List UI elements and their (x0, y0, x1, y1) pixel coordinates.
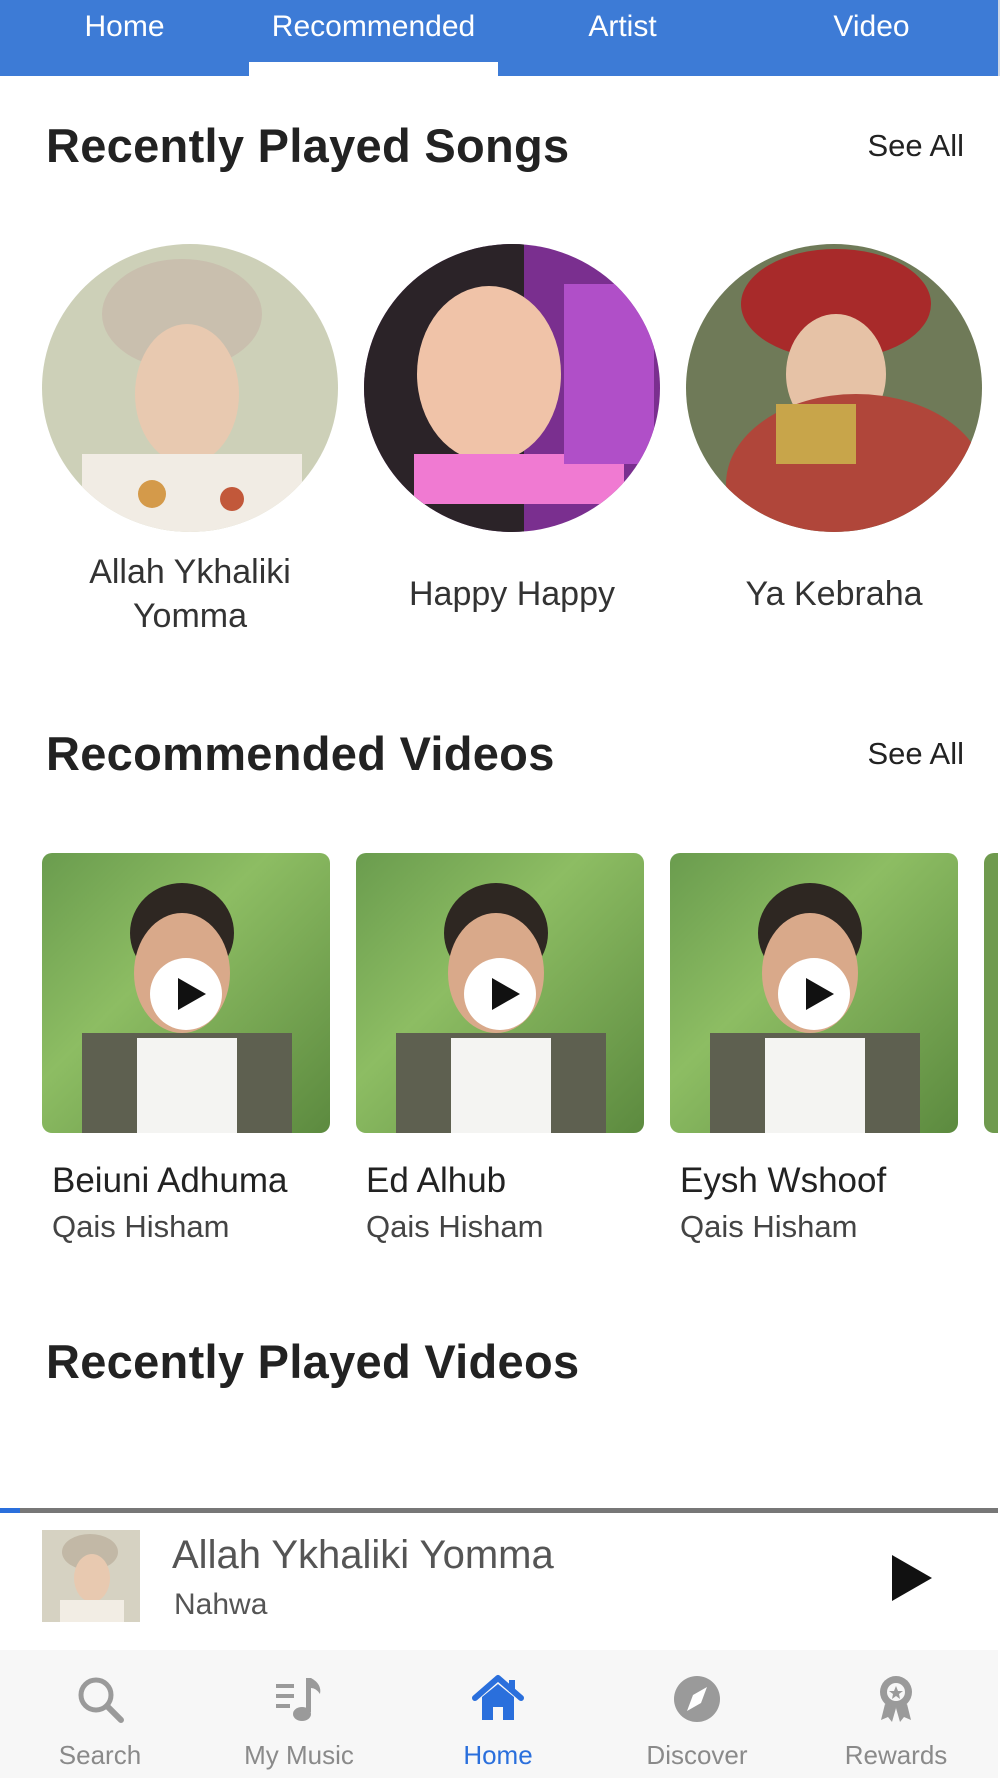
nav-home[interactable]: Home (398, 1650, 598, 1778)
video-artist: Qais Hisham (680, 1209, 858, 1244)
video-thumbnail (42, 853, 330, 1133)
recommended-videos-see-all-link[interactable]: See All (867, 736, 964, 772)
mini-player[interactable]: Allah Ykhaliki Yomma Nahwa (0, 1513, 998, 1643)
play-icon[interactable] (150, 958, 222, 1030)
play-icon[interactable] (778, 958, 850, 1030)
video-thumbnail (356, 853, 644, 1133)
song-cover-image (686, 244, 982, 532)
tab-video-label: Video (833, 10, 910, 43)
song-card[interactable]: Allah Ykhaliki Yomma (40, 244, 340, 638)
award-icon (880, 1676, 912, 1722)
play-icon (892, 1555, 932, 1601)
now-playing-title: Allah Ykhaliki Yomma (172, 1533, 554, 1577)
nav-discover[interactable]: Discover (597, 1650, 797, 1778)
tab-recommended[interactable]: Recommended (249, 0, 498, 76)
video-thumbnail (670, 853, 958, 1133)
home-icon (472, 1675, 524, 1720)
nav-my-music-label: My Music (244, 1740, 354, 1770)
nav-search-label: Search (58, 1740, 142, 1770)
recent-videos-title: Recently Played Videos (46, 1335, 580, 1388)
music-note-icon (276, 1678, 321, 1721)
bottom-navigation: Search My Music Home Discover Rewards (0, 1650, 998, 1778)
video-title: Eysh Wshoof (680, 1161, 887, 1200)
now-playing-artist: Nahwa (174, 1588, 268, 1621)
recommended-videos-title: Recommended Videos (46, 727, 555, 780)
tab-recommended-label: Recommended (271, 10, 476, 43)
top-tab-bar: Home Recommended Artist Video (0, 0, 1000, 76)
video-card-partial[interactable] (984, 853, 998, 1133)
play-icon[interactable] (464, 958, 536, 1030)
song-card[interactable]: Ya Kebraha (684, 244, 984, 616)
nav-my-music[interactable]: My Music (199, 1650, 399, 1778)
song-title: Ya Kebraha (745, 575, 923, 613)
active-tab-indicator (249, 62, 498, 76)
search-icon (78, 1677, 124, 1723)
nav-search[interactable]: Search (0, 1650, 200, 1778)
nav-home-label: Home (463, 1740, 533, 1770)
nav-discover-label: Discover (646, 1740, 748, 1770)
tab-artist-label: Artist (588, 10, 657, 43)
tab-video[interactable]: Video (747, 0, 996, 76)
compass-icon (674, 1676, 720, 1722)
song-title: Allah Ykhaliki Yomma (89, 553, 291, 635)
video-card[interactable]: Beiuni Adhuma Qais Hisham (42, 853, 330, 1245)
recent-songs-see-all-link[interactable]: See All (867, 128, 964, 164)
nav-rewards-label: Rewards (844, 1740, 948, 1770)
tab-home-label: Home (84, 10, 165, 43)
video-card[interactable]: Eysh Wshoof Qais Hisham (670, 853, 958, 1245)
play-button[interactable] (890, 1553, 934, 1603)
song-cover-image (364, 244, 660, 532)
video-artist: Qais Hisham (52, 1209, 230, 1244)
tab-artist[interactable]: Artist (498, 0, 747, 76)
song-cover-image (42, 244, 338, 532)
video-artist: Qais Hisham (366, 1209, 544, 1244)
tab-home[interactable]: Home (0, 0, 249, 76)
video-title: Beiuni Adhuma (52, 1161, 288, 1200)
song-title: Happy Happy (408, 575, 615, 613)
nav-rewards[interactable]: Rewards (796, 1650, 996, 1778)
video-card[interactable]: Ed Alhub Qais Hisham (356, 853, 644, 1245)
song-card[interactable]: Happy Happy (362, 244, 662, 616)
now-playing-cover (42, 1530, 140, 1622)
video-title: Ed Alhub (366, 1161, 507, 1200)
recent-songs-title: Recently Played Songs (46, 119, 570, 172)
